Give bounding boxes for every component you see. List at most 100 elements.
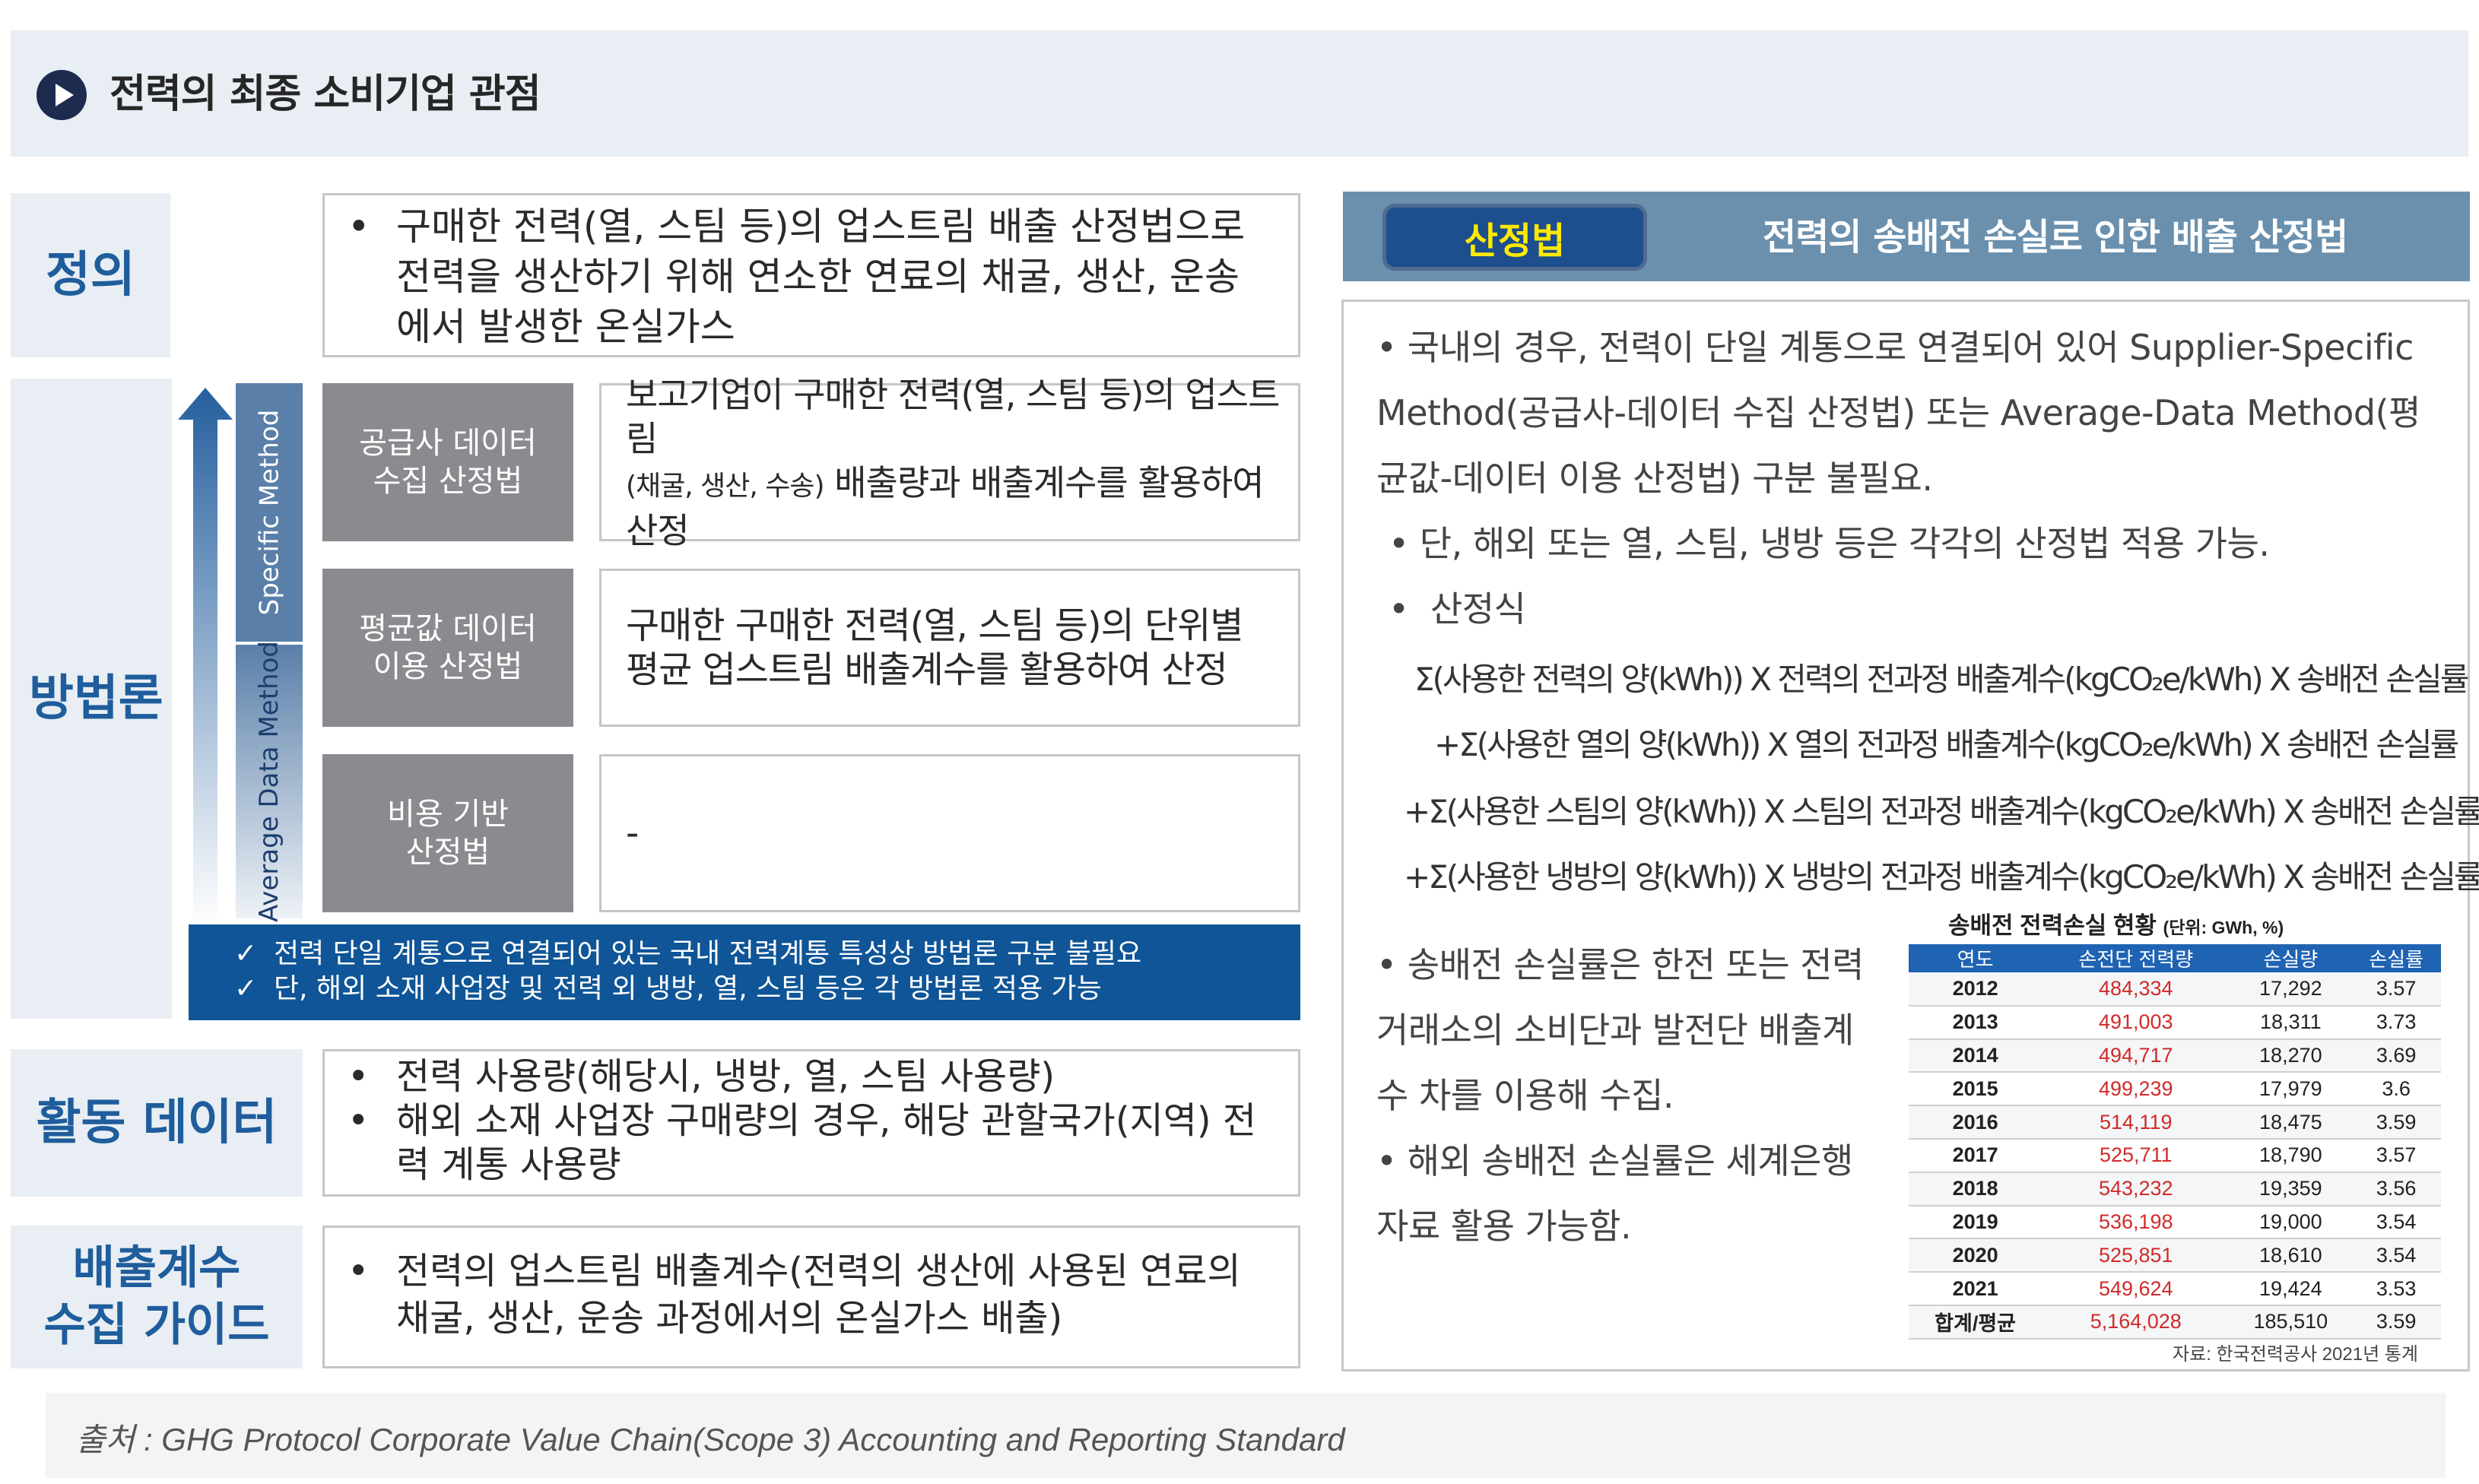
emission-guide-box: 전력의 업스트림 배출계수(전력의 생산에 사용된 연료의 채굴, 생산, 운송…: [322, 1226, 1300, 1368]
up-arrow-icon: [178, 388, 233, 926]
table-cell: 525,711: [2042, 1138, 2230, 1173]
table-row: 2021 549,624 19,424 3.53: [1909, 1272, 2441, 1306]
table-cell: 2017: [1909, 1138, 2043, 1173]
table-row: 2020 525,851 18,610 3.54: [1909, 1238, 2441, 1273]
table-cell: 18,475: [2230, 1105, 2352, 1140]
table-cell: 18,311: [2230, 1005, 2352, 1040]
table-cell: 3.59: [2351, 1105, 2441, 1140]
table-cell: 17,292: [2230, 972, 2352, 1007]
table-cell: 2013: [1909, 1005, 2043, 1040]
table-cell: 2019: [1909, 1205, 2043, 1240]
table-cell: 3.54: [2351, 1238, 2441, 1273]
table-cell: 3.54: [2351, 1205, 2441, 1240]
page-title: 전력의 최종 소비기업 관점: [110, 71, 541, 117]
table-cell: 3.59: [2351, 1305, 2441, 1340]
method-cost-name: 비용 기반 산정법: [322, 754, 573, 912]
table-cell: 5,164,028: [2042, 1305, 2230, 1340]
table-row: 2012 484,334 17,292 3.57: [1909, 972, 2441, 1007]
table-row: 2016 514,119 18,475 3.59: [1909, 1105, 2441, 1140]
table-title: 송배전 전력손실 현황 (단위: GWh, %): [1948, 912, 2284, 939]
method-paragraph-1: • 국내의 경우, 전력이 단일 계통으로 연결되어 있어 Supplier-S…: [1376, 327, 2420, 499]
table-cell: 525,851: [2042, 1238, 2230, 1273]
table-cell: 2015: [1909, 1072, 2043, 1107]
table-header-cell: 연도: [1909, 944, 2043, 972]
table-cell: 2021: [1909, 1272, 2043, 1306]
formula-line: Σ(사용한 전력의 양(kWh)) X 전력의 전과정 배출계수(kgCO₂e/…: [1414, 661, 2469, 698]
table-cell: 19,359: [2230, 1172, 2352, 1207]
table-cell: 18,270: [2230, 1038, 2352, 1073]
note-item: 단, 해외 소재 사업장 및 전력 외 냉방, 열, 스팀 등은 각 방법론 적…: [234, 972, 1300, 1007]
table-header-cell: 손실률: [2351, 944, 2441, 972]
worldbank-paragraph: • 해외 송배전 손실률은 세계은행 자료 활용 가능함.: [1376, 1140, 1853, 1247]
section-header: 전력의 최종 소비기업 관점: [11, 30, 2468, 157]
table-source: 자료: 한국전력공사 2021년 통계: [2173, 1343, 2418, 1365]
methodology-note-bar: 전력 단일 계통으로 연결되어 있는 국내 전력계통 특성상 방법론 구분 불필…: [189, 924, 1300, 1020]
table-cell: 494,717: [2042, 1038, 2230, 1073]
table-cell: 합계/평균: [1909, 1305, 2043, 1340]
formula-heading: • 산정식: [1389, 588, 1526, 629]
emission-item: 전력의 업스트림 배출계수(전력의 생산에 사용된 연료의 채굴, 생산, 운송…: [325, 1248, 1298, 1342]
average-data-method-tag: Average Data Method: [236, 641, 303, 922]
table-cell: 3.56: [2351, 1172, 2441, 1207]
definition-box: 구매한 전력(열, 스팀 등)의 업스트림 배출 산정법으로 전력을 생산하기 …: [322, 193, 1300, 357]
activity-item: 전력 사용량(해당시, 냉방, 열, 스팀 사용량): [325, 1054, 1298, 1099]
table-row: 2013 491,003 18,311 3.73: [1909, 1005, 2441, 1040]
table-cell: 514,119: [2042, 1105, 2230, 1140]
activity-label: 활동 데이터: [11, 1049, 303, 1197]
table-cell: 2012: [1909, 972, 2043, 1007]
formula-line: +Σ(사용한 스팀의 양(kWh)) X 스팀의 전과정 배출계수(kgCO₂e…: [1404, 793, 2479, 830]
method-supplier-desc: 보고기업이 구매한 전력(열, 스팀 등)의 업스트림 (채굴, 생산, 수송) …: [599, 374, 1300, 551]
loss-rate-paragraph: • 송배전 손실률은 한전 또는 전력거래소의 소비단과 발전단 배출계수 차를…: [1376, 944, 1864, 1116]
method-paragraph-2: • 단, 해외 또는 열, 스팀, 냉방 등은 각각의 산정법 적용 가능.: [1389, 523, 2270, 564]
table-cell: 19,424: [2230, 1272, 2352, 1306]
table-cell: 3.69: [2351, 1038, 2441, 1073]
table-row: 2015 499,239 17,979 3.6: [1909, 1072, 2441, 1107]
table-cell: 499,239: [2042, 1072, 2230, 1107]
table-cell: 19,000: [2230, 1205, 2352, 1240]
table-cell: 3.57: [2351, 1138, 2441, 1173]
formula-line: +Σ(사용한 열의 양(kWh)) X 열의 전과정 배출계수(kgCO₂e/k…: [1434, 726, 2459, 763]
table-cell: 3.57: [2351, 972, 2441, 1007]
table-row: 2014 494,717 18,270 3.69: [1909, 1038, 2441, 1073]
play-icon: [37, 70, 87, 120]
table-cell: 18,610: [2230, 1238, 2352, 1273]
table-row: 2018 543,232 19,359 3.56: [1909, 1172, 2441, 1207]
table-header-cell: 손실량: [2230, 944, 2352, 972]
table-cell: 3.6: [2351, 1072, 2441, 1107]
table-row: 2019 536,198 19,000 3.54: [1909, 1205, 2441, 1240]
loss-table: 연도 손전단 전력량 손실량 손실률 2012 484,334 17,292 3.57 201…: [1909, 944, 2441, 1340]
table-cell: 543,232: [2042, 1172, 2230, 1207]
method-title: 전력의 송배전 손실로 인한 배출 산정법: [1763, 216, 2348, 258]
method-supplier-name: 공급사 데이터 수집 산정법: [322, 383, 573, 541]
note-item: 전력 단일 계통으로 연결되어 있는 국내 전력계통 특성상 방법론 구분 불필…: [234, 937, 1300, 972]
method-average-name: 평균값 데이터 이용 산정법: [322, 569, 573, 727]
table-cell: 185,510: [2230, 1305, 2352, 1340]
specific-method-tag: Specific Method: [236, 383, 303, 642]
definition-label: 정의: [11, 193, 170, 357]
table-cell: 3.53: [2351, 1272, 2441, 1306]
activity-item: 해외 소재 사업장 구매량의 경우, 해당 관할국가(지역) 전력 계통 사용량: [325, 1099, 1298, 1187]
method-cost-desc: -: [599, 754, 1300, 912]
loss-table-block: 송배전 전력손실 현황 (단위: GWh, %) 연도 손전단 전력량 손실량 손실률…: [1909, 908, 2441, 1370]
table-cell: 3.73: [2351, 1005, 2441, 1040]
table-cell: 536,198: [2042, 1205, 2230, 1240]
table-cell: 484,334: [2042, 972, 2230, 1007]
table-cell: 2020: [1909, 1238, 2043, 1273]
table-cell: 17,979: [2230, 1072, 2352, 1107]
definition-text: 구매한 전력(열, 스팀 등)의 업스트림 배출 산정법으로 전력을 생산하기 …: [325, 201, 1298, 352]
table-row: 합계/평균 5,164,028 185,510 3.59: [1909, 1305, 2441, 1340]
activity-box: 전력 사용량(해당시, 냉방, 열, 스팀 사용량) 해외 소재 사업장 구매량…: [322, 1049, 1300, 1197]
source-note: 출처 : GHG Protocol Corporate Value Chain(…: [46, 1393, 2446, 1478]
table-cell: 2016: [1909, 1105, 2043, 1140]
table-cell: 2014: [1909, 1038, 2043, 1073]
emission-guide-label: 배출계수 수집 가이드: [11, 1226, 303, 1368]
table-cell: 549,624: [2042, 1272, 2230, 1306]
method-tag: 산정법: [1382, 204, 1647, 271]
formula-line: +Σ(사용한 냉방의 양(kWh)) X 냉방의 전과정 배출계수(kgCO₂e…: [1404, 858, 2479, 896]
methodology-label: 방법론: [11, 379, 172, 1019]
table-row: 2017 525,711 18,790 3.57: [1909, 1138, 2441, 1173]
table-cell: 18,790: [2230, 1138, 2352, 1173]
method-average-desc: 구매한 구매한 전력(열, 스팀 등)의 단위별 평균 업스트림 배출계수를 활…: [599, 569, 1300, 727]
table-header-cell: 손전단 전력량: [2042, 944, 2230, 972]
table-cell: 2018: [1909, 1172, 2043, 1207]
